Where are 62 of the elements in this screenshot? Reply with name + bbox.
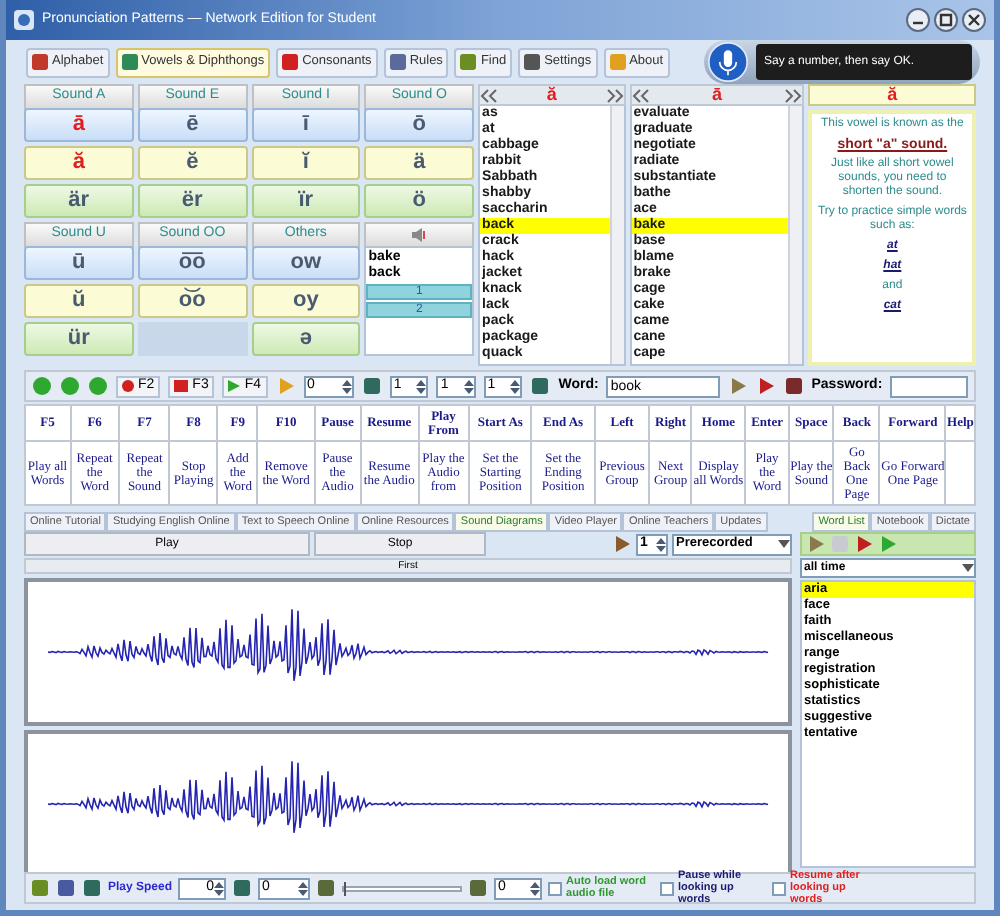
- previous-icon[interactable]: [631, 87, 650, 103]
- scrollbar[interactable]: [788, 106, 803, 364]
- spinner-arrows-icon: [298, 879, 309, 897]
- checkbox[interactable]: [772, 881, 787, 895]
- speaker-button[interactable]: [364, 222, 475, 247]
- current-sound: ă: [808, 84, 976, 106]
- vowel-button[interactable]: ĕ: [137, 146, 248, 180]
- list-sound: ā: [710, 86, 725, 104]
- spinner-arrows-icon: [530, 879, 541, 897]
- stop-icon: [174, 380, 189, 392]
- app-icon: [14, 10, 34, 30]
- tab-icon: [389, 54, 406, 70]
- vowel-button[interactable]: ə: [251, 322, 361, 356]
- spinner-arrows-icon: [416, 377, 427, 395]
- arrow-icon[interactable]: [755, 376, 776, 396]
- vowel-button[interactable]: ïr: [251, 184, 361, 218]
- tab-icon: [460, 54, 477, 70]
- checkbox[interactable]: [548, 881, 563, 895]
- spinner-arrows-icon: [463, 377, 474, 395]
- password-field[interactable]: [890, 375, 969, 397]
- vowel-button[interactable]: ā: [24, 108, 134, 142]
- vowel-button[interactable]: ä: [364, 146, 475, 180]
- vowel-button[interactable]: är: [24, 184, 134, 218]
- previous-icon[interactable]: [480, 87, 499, 103]
- vowel-button[interactable]: ī: [251, 108, 361, 142]
- spinner-arrows-icon: [214, 879, 225, 897]
- vowel-button[interactable]: ĭ: [251, 146, 361, 180]
- dropdown-arrow-icon: [778, 538, 790, 550]
- next-icon[interactable]: [784, 87, 803, 103]
- next-icon[interactable]: [605, 87, 624, 103]
- vowel-button[interactable]: ă: [24, 146, 134, 180]
- tab-icon: [32, 54, 48, 70]
- vowel-button[interactable]: o͝o: [137, 284, 248, 318]
- checkbox[interactable]: [660, 881, 675, 895]
- vowel-button[interactable]: o͞o: [137, 246, 248, 280]
- vowel-button[interactable]: ow: [251, 246, 361, 280]
- vowel-button[interactable]: ū: [24, 246, 134, 280]
- vowel-button[interactable]: ër: [137, 184, 248, 218]
- tab-icon: [121, 54, 138, 70]
- list-sound: ă: [544, 86, 559, 104]
- tab-icon: [524, 54, 541, 70]
- arrow-icon[interactable]: [854, 534, 874, 554]
- vowel-button[interactable]: ö: [364, 184, 475, 218]
- spinner-arrows-icon: [341, 377, 352, 395]
- spinner-arrows-icon: [510, 377, 521, 395]
- microphone-icon[interactable]: [708, 42, 748, 82]
- position-slider[interactable]: [342, 885, 463, 891]
- tab-icon: [609, 54, 626, 70]
- maximize-icon[interactable]: [934, 8, 958, 32]
- play-icon: [228, 380, 241, 392]
- scrollbar[interactable]: [609, 106, 624, 364]
- close-icon[interactable]: [962, 8, 986, 32]
- minimize-icon[interactable]: [906, 8, 930, 32]
- spinner-arrows-icon: [656, 535, 666, 553]
- vowel-button[interactable]: ür: [24, 322, 134, 356]
- dropdown-arrow-icon: [962, 562, 974, 574]
- tab-icon: [282, 54, 299, 70]
- vowel-button[interactable]: oy: [251, 284, 361, 318]
- vowel-button[interactable]: ŭ: [24, 284, 134, 318]
- record-icon: [122, 380, 134, 392]
- vowel-button[interactable]: ē: [137, 108, 248, 142]
- vowel-button[interactable]: ō: [364, 108, 475, 142]
